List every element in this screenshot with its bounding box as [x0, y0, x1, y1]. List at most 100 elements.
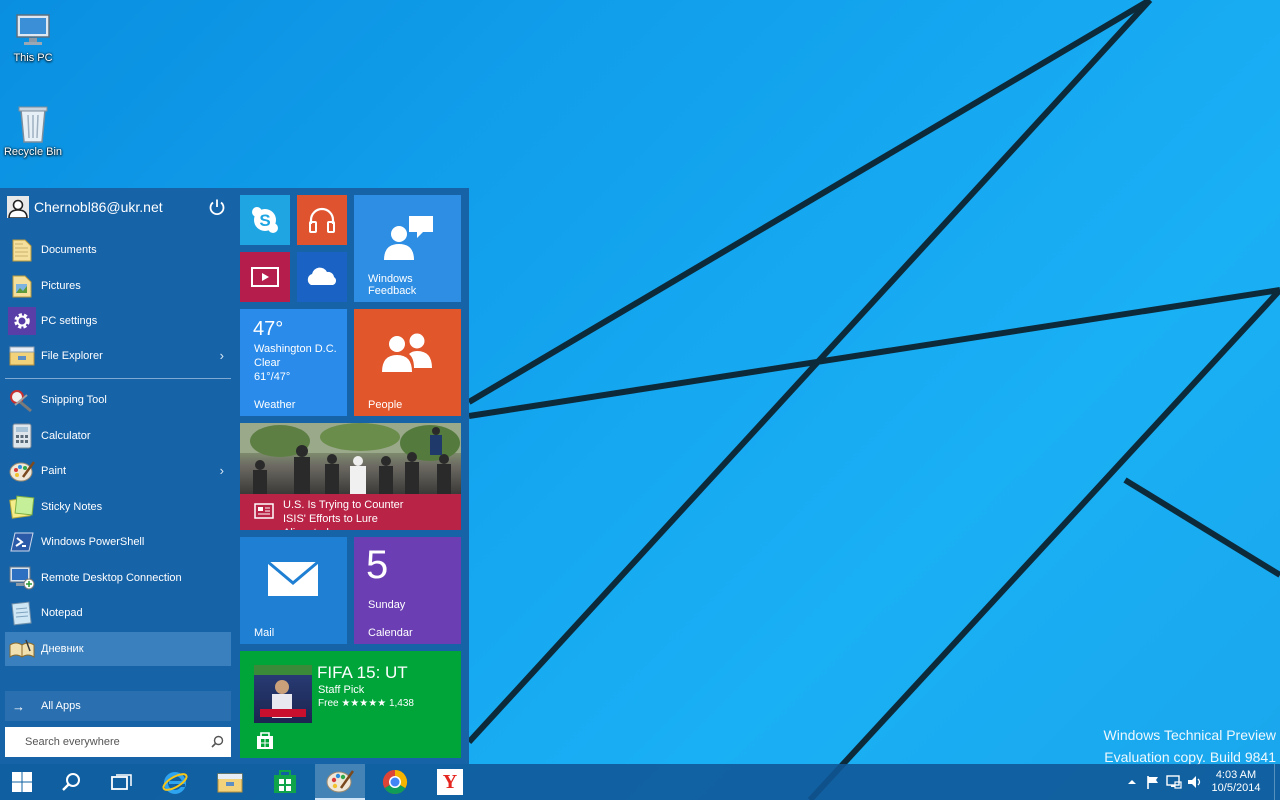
chrome-icon [382, 770, 408, 795]
start-item-windows-powershell[interactable]: Windows PowerShell [5, 525, 231, 559]
internet-explorer-icon [162, 772, 188, 794]
store-app-title: FIFA 15: UT [317, 663, 408, 682]
chrome-button[interactable] [370, 764, 420, 800]
tile-people[interactable]: People [354, 309, 461, 416]
tile-mail[interactable]: Mail [240, 537, 347, 644]
tile-onedrive[interactable] [297, 252, 347, 302]
store-button[interactable] [260, 764, 310, 800]
mail-envelope-icon [266, 559, 320, 599]
start-item-label: Дневник [41, 643, 84, 655]
onedrive-cloud-icon [297, 252, 347, 302]
clock-date: 10/5/2014 [1211, 782, 1261, 794]
start-search-box[interactable] [5, 727, 231, 757]
task-view-button[interactable] [97, 764, 147, 800]
desktop-icon-label: This PC [13, 52, 53, 64]
calendar-day-name: Sunday [368, 599, 406, 611]
show-desktop-button[interactable] [1274, 764, 1280, 800]
store-bag-icon [254, 729, 276, 751]
start-item-remote-desktop-connection[interactable]: Remote Desktop Connection [5, 561, 231, 595]
flag-icon[interactable] [1145, 775, 1161, 789]
start-item-label: Snipping Tool [41, 394, 107, 406]
start-button[interactable] [0, 764, 44, 800]
remote-desktop-icon [8, 564, 36, 592]
search-button[interactable] [46, 764, 96, 800]
task-view-icon [111, 774, 132, 790]
start-item-pc-settings[interactable]: PC settings [5, 304, 231, 338]
arrow-right-icon: → [12, 698, 25, 714]
sticky-notes-icon [8, 493, 36, 521]
weather-temperature: 47° [253, 318, 284, 340]
powershell-icon [8, 528, 36, 556]
start-item-label: Sticky Notes [41, 501, 103, 513]
file-explorer-button[interactable] [205, 764, 255, 800]
store-app-subtitle: Staff Pick [318, 684, 365, 696]
start-item-label: Documents [41, 244, 97, 256]
tile-video[interactable] [240, 252, 290, 302]
settings-gear-icon [8, 307, 36, 335]
start-item-documents[interactable]: Documents [5, 233, 231, 267]
up-arrow-icon[interactable] [1124, 775, 1140, 789]
tile-windows-feedback[interactable]: Windows Feedback [354, 195, 461, 302]
internet-explorer-button[interactable] [150, 764, 200, 800]
tile-label: People [368, 399, 403, 411]
computer-icon [13, 10, 53, 50]
user-icon [7, 196, 29, 218]
clock-time: 4:03 AM [1215, 769, 1257, 781]
submenu-arrow-icon[interactable]: › [220, 463, 224, 478]
user-name: Chernobl86@ukr.net [34, 199, 163, 215]
desktop-icon-this-pc[interactable]: This PC [0, 10, 66, 64]
power-icon[interactable] [208, 198, 226, 216]
start-item-label: Remote Desktop Connection [41, 572, 182, 584]
start-item-label: File Explorer [41, 350, 103, 362]
news-headline: U.S. Is Trying to Counter ISIS' Efforts … [283, 499, 404, 530]
user-account[interactable]: Chernobl86@ukr.net [0, 188, 236, 226]
weather-condition: Clear [254, 357, 281, 369]
yandex-glyph: Y [442, 770, 458, 793]
tile-label: Calendar [368, 627, 413, 639]
people-icon [378, 329, 436, 375]
svg-text:S: S [259, 211, 270, 230]
file-explorer-icon [8, 342, 36, 370]
start-item-notepad[interactable]: Notepad [5, 596, 231, 630]
start-item-pictures[interactable]: Pictures [5, 269, 231, 303]
pictures-folder-icon [8, 272, 36, 300]
watermark-line-1: Windows Technical Preview [1103, 727, 1276, 743]
start-item-snipping-tool[interactable]: Snipping Tool [5, 383, 231, 417]
paint-button[interactable] [315, 764, 365, 800]
yandex-button[interactable]: Y [425, 764, 475, 800]
tile-label: Mail [254, 627, 275, 639]
headphones-icon [297, 195, 347, 245]
start-menu-divider [5, 378, 231, 379]
start-item-file-explorer[interactable]: File Explorer › [5, 339, 231, 373]
documents-folder-icon [8, 236, 36, 264]
submenu-arrow-icon[interactable]: › [220, 348, 224, 363]
network-icon[interactable] [1166, 775, 1182, 789]
search-input[interactable] [25, 736, 205, 748]
paint-icon [8, 457, 36, 485]
tile-music[interactable] [297, 195, 347, 245]
start-item-label: PC settings [41, 315, 98, 327]
desktop-icon-recycle-bin[interactable]: Recycle Bin [0, 104, 66, 158]
all-apps-button[interactable]: → All Apps [5, 691, 231, 721]
start-item-calculator[interactable]: Calculator [5, 419, 231, 453]
tile-store[interactable]: FIFA 15: UT Staff Pick Free ★★★★★ 1,438 [240, 651, 461, 758]
news-icon [253, 501, 275, 521]
tile-calendar[interactable]: 5 Sunday Calendar [354, 537, 461, 644]
start-item-paint[interactable]: Paint › [5, 454, 231, 488]
recycle-bin-icon [13, 104, 53, 144]
start-item-sticky-notes[interactable]: Sticky Notes [5, 490, 231, 524]
weather-city: Washington D.C. [254, 343, 337, 355]
start-item-journal[interactable]: Дневник [5, 632, 231, 666]
tile-news[interactable]: U.S. Is Trying to Counter ISIS' Efforts … [240, 423, 461, 530]
all-apps-label: All Apps [41, 700, 81, 712]
video-icon [240, 252, 290, 302]
start-menu-left-pane: Chernobl86@ukr.net Documents Pictures PC… [0, 188, 236, 764]
system-clock[interactable]: 4:03 AM 10/5/2014 [1208, 769, 1264, 795]
snipping-tool-icon [8, 386, 36, 414]
search-icon[interactable] [211, 735, 224, 748]
tile-skype[interactable]: S [240, 195, 290, 245]
weather-range: 61°/47° [254, 371, 291, 383]
tile-weather[interactable]: 47° Washington D.C. Clear 61°/47° Weathe… [240, 309, 347, 416]
calendar-day-number: 5 [366, 543, 389, 587]
volume-icon[interactable] [1187, 775, 1203, 789]
